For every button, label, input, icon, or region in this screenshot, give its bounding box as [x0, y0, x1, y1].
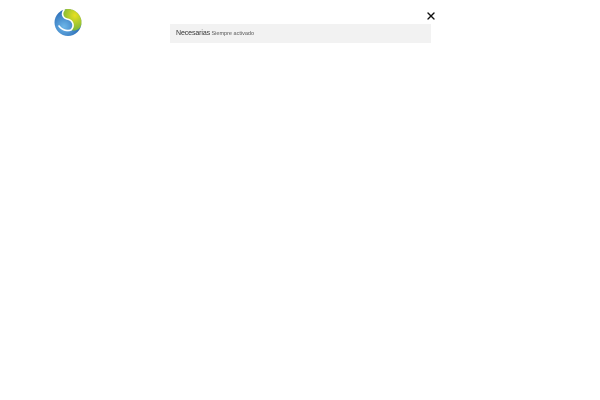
category-status: Siempre activado: [211, 31, 255, 37]
category-title: Necesarias: [176, 30, 211, 37]
close-button[interactable]: [424, 9, 438, 23]
category-row-necesarias[interactable]: Necesarias Siempre activado: [170, 24, 431, 43]
close-icon: [427, 12, 435, 20]
globe-s-logo-icon: [53, 8, 83, 37]
cookie-preferences-page: Necesarias Siempre activado: [0, 0, 600, 400]
